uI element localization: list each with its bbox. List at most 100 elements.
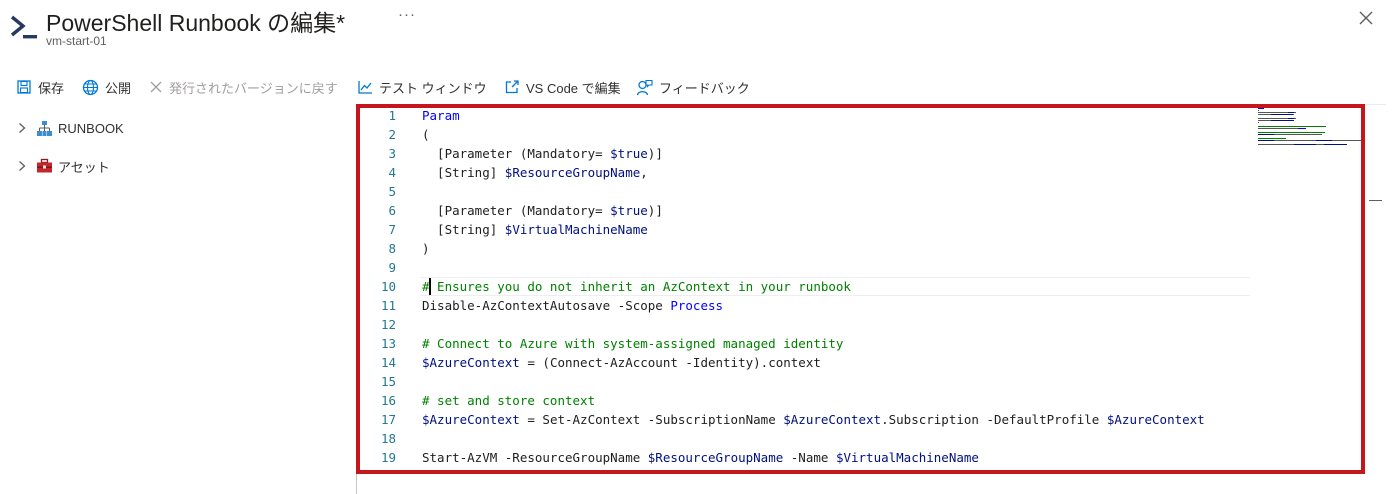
line-number: 10 xyxy=(380,279,396,294)
minimap-line xyxy=(1293,114,1294,115)
code-line[interactable]: 6 [Parameter (Mandatory= $true)] xyxy=(358,201,1258,220)
line-number: 2 xyxy=(388,127,396,142)
code-minimap[interactable] xyxy=(1258,108,1362,148)
code-token: ) xyxy=(422,241,430,256)
code-token: $VirtualMachineName xyxy=(835,450,979,465)
publish-label: 公開 xyxy=(105,80,132,96)
code-line[interactable]: 19 Start-AzVM -ResourceGroupName $Resourc… xyxy=(358,448,1258,467)
line-number: 19 xyxy=(380,450,396,465)
edit-in-vscode-button[interactable]: VS Code で編集 xyxy=(504,76,621,98)
feedback-person-icon xyxy=(636,79,653,95)
save-button[interactable]: 保存 xyxy=(16,76,64,98)
code-line[interactable]: 4 [String] $ResourceGroupName, xyxy=(358,163,1258,182)
code-text: # Connect to Azure with system-assigned … xyxy=(422,334,843,353)
minimap-line xyxy=(1258,112,1288,113)
editor-border xyxy=(356,104,357,494)
runbook-hierarchy-icon xyxy=(37,120,52,136)
code-line[interactable]: 5 xyxy=(358,182,1258,201)
code-text: [String] $VirtualMachineName xyxy=(422,220,648,239)
code-token: )] xyxy=(647,203,663,218)
code-line[interactable]: 17 $AzureContext = Set-AzContext -Subscri… xyxy=(358,410,1258,429)
line-number: 9 xyxy=(388,260,396,275)
code-text: Start-AzVM -ResourceGroupName $ResourceG… xyxy=(422,448,979,467)
code-token: [String] xyxy=(422,222,505,237)
code-line[interactable]: 13 # Connect to Azure with system-assigne… xyxy=(358,334,1258,353)
code-text: $AzureContext = (Connect-AzAccount -Iden… xyxy=(422,353,821,372)
line-number: 1 xyxy=(388,108,396,123)
chart-line-icon xyxy=(358,81,372,94)
minimap-line xyxy=(1316,140,1332,141)
code-line[interactable]: 8) xyxy=(358,239,1258,258)
minimap-line xyxy=(1258,126,1326,127)
globe-icon xyxy=(82,79,99,95)
tree-label-assets: アセット xyxy=(58,159,110,175)
code-token: Param xyxy=(422,108,460,123)
page-subtitle: vm-start-01 xyxy=(46,34,107,48)
test-pane-button[interactable]: テスト ウィンドウ xyxy=(357,76,487,98)
powershell-icon xyxy=(10,15,37,39)
publish-button[interactable]: 公開 xyxy=(82,76,131,98)
code-text: [String] $ResourceGroupName, xyxy=(422,163,648,182)
code-token: $ResourceGroupName xyxy=(647,450,784,465)
code-token: # Ensures you do not inherit an AzContex… xyxy=(422,279,851,294)
minimap-line xyxy=(1271,120,1294,121)
minimap-line xyxy=(1274,140,1316,141)
scrollbar-marker xyxy=(1369,200,1382,201)
code-line[interactable]: 3 [Parameter (Mandatory= $true)] xyxy=(358,144,1258,163)
feedback-button[interactable]: フィードバック xyxy=(636,76,750,98)
code-token: ( xyxy=(422,127,430,142)
code-text: Disable-AzContextAutosave -Scope Process xyxy=(422,296,723,315)
line-number: 14 xyxy=(380,355,396,370)
revert-button[interactable]: 発行されたバージョンに戻す xyxy=(149,76,338,98)
code-token: Disable-AzContextAutosave -Scope xyxy=(422,298,671,313)
vscode-label: VS Code で編集 xyxy=(526,80,621,96)
code-token: )] xyxy=(647,146,663,161)
code-line[interactable]: 9 xyxy=(358,258,1258,277)
code-text: # set and store context xyxy=(422,391,595,410)
code-line[interactable]: 16 # set and store context xyxy=(358,391,1258,410)
line-number: 15 xyxy=(380,374,396,389)
code-line[interactable]: 2( xyxy=(358,125,1258,144)
code-token: [String] xyxy=(422,165,505,180)
line-number: 18 xyxy=(380,431,396,446)
code-line[interactable]: 15 xyxy=(358,372,1258,391)
code-token: $VirtualMachineName xyxy=(504,222,648,237)
minimap-line xyxy=(1294,144,1316,145)
code-text: Param xyxy=(422,106,460,125)
chevron-right-icon[interactable] xyxy=(18,122,26,134)
tree-item-runbook[interactable]: RUNBOOK xyxy=(18,117,124,139)
code-token: $AzureContext xyxy=(783,412,882,427)
code-line[interactable]: 12 xyxy=(358,315,1258,334)
code-editor[interactable]: 1 Param 2(3 [Parameter (Mandatory= $true)]… xyxy=(358,106,1363,472)
code-line[interactable]: 1 Param xyxy=(358,106,1258,125)
code-line[interactable]: 11 Disable-AzContextAutosave -Scope Proce… xyxy=(358,296,1258,315)
more-options-button[interactable]: ··· xyxy=(398,6,416,23)
code-token: # Connect to Azure with system-assigned … xyxy=(422,336,844,351)
line-number: 6 xyxy=(388,203,396,218)
code-line[interactable]: 14 $AzureContext = (Connect-AzAccount -Id… xyxy=(358,353,1258,372)
line-number: 16 xyxy=(380,393,396,408)
feedback-label: フィードバック xyxy=(659,80,750,96)
code-token: = Set-AzContext -SubscriptionName xyxy=(519,412,784,427)
code-text: # Ensures you do not inherit an AzContex… xyxy=(422,277,851,296)
close-x-icon xyxy=(150,81,162,93)
code-token: # set and store context xyxy=(422,393,596,408)
code-token: $AzureContext xyxy=(422,412,520,427)
code-text: ) xyxy=(422,239,430,258)
code-line[interactable]: 7 [String] $VirtualMachineName xyxy=(358,220,1258,239)
line-number: 12 xyxy=(380,317,396,332)
code-line[interactable]: 18 xyxy=(358,429,1258,448)
toolbar-divider xyxy=(356,104,1386,105)
code-line[interactable]: 10 # Ensures you do not inherit an AzCont… xyxy=(358,277,1258,296)
minimap-line xyxy=(1324,144,1347,145)
minimap-line xyxy=(1258,118,1288,119)
line-number: 8 xyxy=(388,241,396,256)
tree-item-assets[interactable]: アセット xyxy=(18,155,110,177)
chevron-right-icon[interactable] xyxy=(18,160,26,172)
code-token: $true xyxy=(610,146,648,161)
minimap-line xyxy=(1258,122,1259,123)
minimap-line xyxy=(1271,114,1293,115)
code-token: [Parameter (Mandatory= xyxy=(422,146,611,161)
close-icon[interactable] xyxy=(1356,8,1376,28)
code-token: , xyxy=(640,165,648,180)
